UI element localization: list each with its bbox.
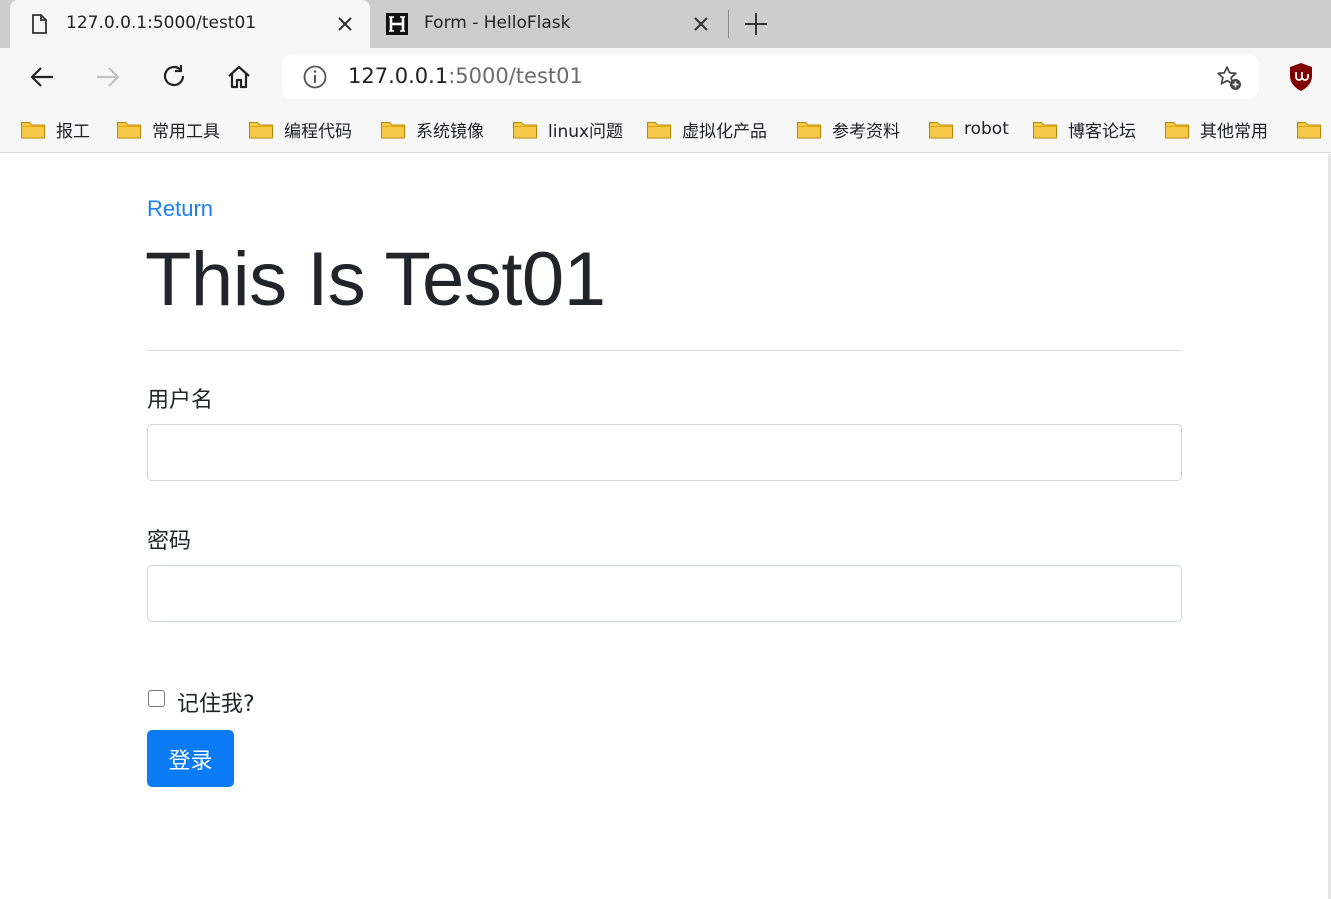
bookmark-folder[interactable]: 虚拟化产品 (646, 115, 767, 143)
bookmark-folder[interactable]: 常用工具 (116, 115, 220, 143)
bookmark-folder[interactable]: robot (928, 115, 1009, 143)
folder-icon (929, 122, 953, 139)
bookmark-label: robot (964, 119, 1009, 139)
folder-icon (21, 122, 45, 139)
page-content: Return This Is Test01 用户名 密码 记住我? 登录 (0, 154, 1331, 899)
bookmark-folder[interactable]: 系统镜像 (380, 115, 484, 143)
bookmark-label: 其他常用 (1200, 121, 1268, 142)
tab-separator (728, 10, 729, 38)
home-icon (228, 65, 250, 89)
bookmark-label: 博客论坛 (1068, 121, 1136, 142)
return-link[interactable]: Return (147, 196, 213, 222)
tab-title: Form - HelloFlask (424, 13, 571, 33)
bookmark-folder[interactable]: 博客论坛 (1032, 115, 1136, 143)
bookmark-label: 常用工具 (152, 121, 220, 142)
folder-icon (1165, 122, 1189, 139)
folder-icon (381, 122, 405, 139)
forward-arrow-icon (97, 67, 120, 87)
folder-icon (249, 122, 273, 139)
reload-button[interactable] (157, 60, 191, 94)
close-icon[interactable] (690, 13, 712, 35)
bookmark-label: 系统镜像 (416, 121, 484, 142)
folder-icon (1297, 122, 1321, 139)
bookmark-folder[interactable]: linux问题 (512, 115, 623, 143)
bookmarks-bar: 报工 常用工具 编程代码 系统镜像 linux问题 虚拟化产品 参考资料 rob… (0, 106, 1331, 153)
ublock-extension-icon[interactable] (1288, 62, 1314, 92)
browser-toolbar: 127.0.0.1:5000/test01 (0, 48, 1331, 106)
folder-icon (1033, 122, 1057, 139)
back-arrow-icon (30, 67, 53, 87)
page-title: This Is Test01 (145, 237, 606, 322)
folder-icon (647, 122, 671, 139)
bookmark-folder[interactable]: 编程代码 (248, 115, 352, 143)
url-host: 127.0.0.1 (348, 64, 449, 88)
bookmark-folder[interactable]: 参考资料 (796, 115, 900, 143)
h-logo-icon (386, 13, 408, 35)
folder-icon (797, 122, 821, 139)
remember-me-checkbox[interactable] (148, 690, 165, 707)
username-input[interactable] (147, 424, 1182, 481)
tab-test01[interactable]: 127.0.0.1:5000/test01 (10, 0, 370, 48)
folder-icon (513, 122, 537, 139)
password-label: 密码 (147, 529, 192, 554)
tab-title: 127.0.0.1:5000/test01 (66, 13, 257, 33)
close-icon[interactable] (334, 13, 356, 35)
bookmark-label: 虚拟化产品 (682, 121, 767, 142)
reload-icon (163, 65, 185, 87)
bookmark-folder[interactable]: 报工 (20, 115, 90, 143)
username-label: 用户名 (147, 388, 214, 413)
info-icon[interactable] (302, 64, 328, 90)
tab-helloflask[interactable]: Form - HelloFlask (372, 0, 726, 48)
folder-icon (117, 122, 141, 139)
bookmark-label: 报工 (56, 121, 90, 142)
password-input[interactable] (147, 565, 1182, 622)
bookmark-folder-overflow[interactable] (1296, 115, 1322, 143)
bookmark-label: 参考资料 (832, 121, 900, 142)
bookmark-label: 编程代码 (284, 121, 352, 142)
tab-strip: 127.0.0.1:5000/test01 Form - HelloFlask (0, 0, 1331, 48)
remember-me-label[interactable]: 记住我? (177, 686, 255, 718)
new-tab-icon[interactable] (742, 10, 770, 38)
url-path: :5000/test01 (448, 64, 583, 88)
back-button[interactable] (25, 60, 59, 94)
bookmark-folder[interactable]: 其他常用 (1164, 115, 1268, 143)
forward-button[interactable] (91, 60, 125, 94)
bookmark-label: linux问题 (548, 121, 624, 142)
page-icon (32, 14, 47, 34)
add-favorite-icon[interactable] (1215, 64, 1243, 92)
divider (147, 350, 1182, 351)
address-bar[interactable]: 127.0.0.1:5000/test01 (282, 54, 1259, 99)
login-button[interactable]: 登录 (147, 730, 234, 787)
url-text[interactable]: 127.0.0.1:5000/test01 (348, 64, 583, 88)
home-button[interactable] (222, 60, 256, 94)
